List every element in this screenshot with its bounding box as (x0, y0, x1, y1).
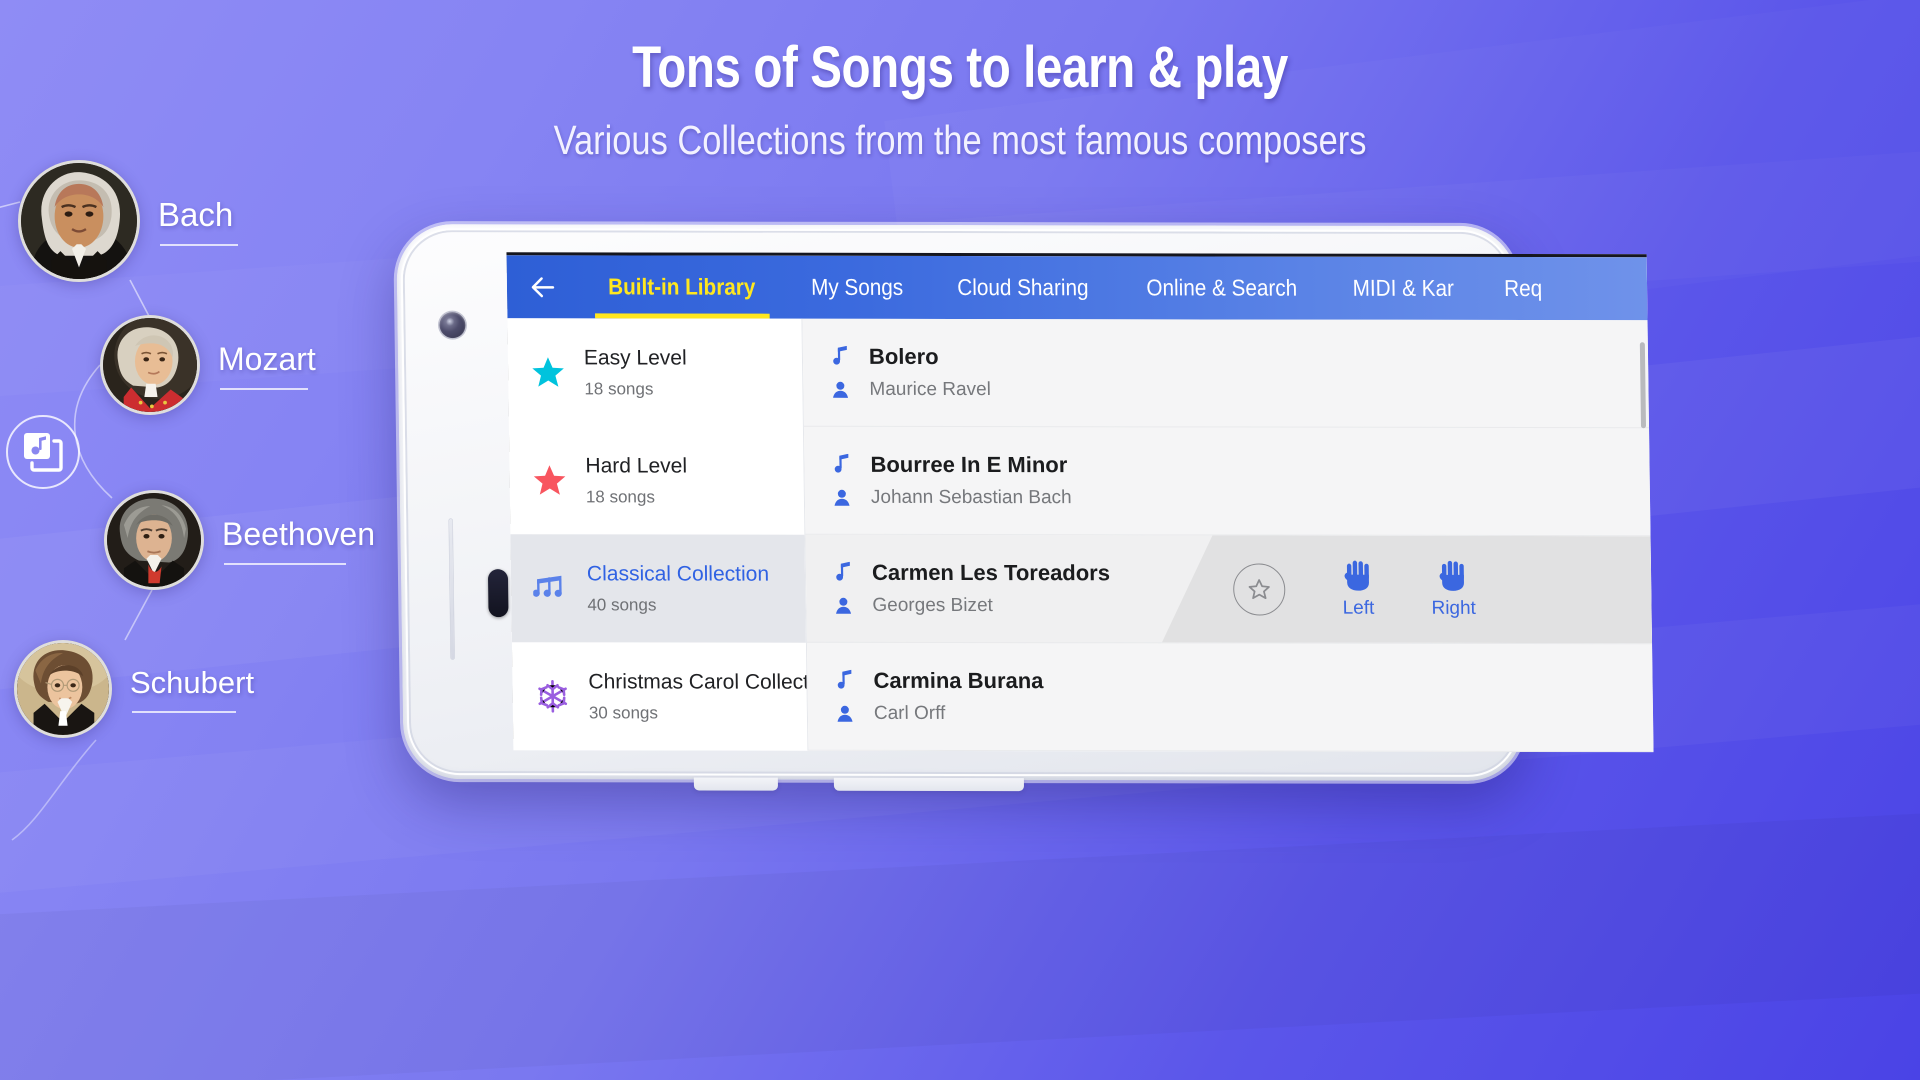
music-note-icon (829, 345, 851, 368)
hand-icon (1436, 559, 1470, 593)
snowflake-icon (532, 678, 573, 714)
phone-bottom-nub (693, 777, 779, 791)
phone-screen: Built-in Library My Songs Cloud Sharing … (506, 252, 1654, 753)
left-hand-label: Left (1342, 597, 1375, 619)
composer-name: Mozart (218, 341, 316, 390)
composer-bach: Bach (18, 160, 239, 282)
tab-cloud-sharing[interactable]: Cloud Sharing (938, 256, 1108, 319)
avatar (104, 490, 204, 590)
collection-count: 40 songs (587, 594, 657, 615)
song-artist: Carl Orff (873, 702, 946, 724)
song-artist-line: Johann Sebastian Bach (831, 487, 1650, 510)
row-action-bar: Left Right (1160, 535, 1652, 643)
app-bar: Built-in Library My Songs Cloud Sharing … (506, 255, 1648, 321)
song-row[interactable]: Carmina Burana Carl Orff (806, 642, 1654, 753)
composer-name: Schubert (130, 665, 254, 713)
bach-portrait (21, 163, 137, 279)
music-library-icon (24, 433, 63, 472)
music-notes-icon (531, 573, 571, 603)
collection-text: Easy Level 18 songs (584, 346, 687, 399)
tab-bar: Built-in Library My Songs Cloud Sharing … (579, 255, 1648, 320)
tab-built-in-library[interactable]: Built-in Library (589, 255, 775, 318)
song-artist: Georges Bizet (872, 594, 993, 617)
song-title-line: Bourree In E Minor (830, 452, 1649, 479)
song-list: Bolero Maurice Ravel Bourree In E Minor … (802, 318, 1654, 753)
person-icon (834, 704, 856, 724)
tab-req[interactable]: Req (1484, 257, 1561, 320)
music-note-icon (832, 561, 854, 584)
collection-title: Classical Collection (586, 562, 770, 587)
song-artist-line: Carl Orff (834, 703, 1653, 726)
collection-item-classical-collection[interactable]: Classical Collection 40 songs (510, 534, 806, 643)
left-hand-button[interactable]: Left (1341, 559, 1376, 620)
avatar (100, 315, 200, 415)
phone-mockup: Built-in Library My Songs Cloud Sharing … (396, 224, 1654, 792)
page-subtitle: Various Collections from the most famous… (553, 117, 1367, 163)
collection-item-christmas-carol-collection[interactable]: Christmas Carol Collection 30 songs (512, 642, 808, 751)
favorite-button[interactable] (1233, 563, 1286, 615)
back-arrow-icon (531, 276, 555, 297)
song-row[interactable]: Bourree In E Minor Johann Sebastian Bach (803, 426, 1651, 537)
collection-text: Christmas Carol Collection 30 songs (588, 670, 809, 724)
tab-my-songs[interactable]: My Songs (791, 256, 922, 319)
music-note-icon (833, 669, 855, 692)
star-icon (529, 462, 570, 498)
composer-name: Beethoven (222, 516, 375, 565)
person-icon (829, 380, 851, 400)
composer-schubert: Schubert (14, 640, 254, 738)
schubert-portrait (17, 643, 109, 735)
camera-lens-icon (439, 312, 466, 339)
hero-text: Tons of Songs to learn & play Various Co… (0, 34, 1920, 164)
song-title: Carmina Burana (873, 667, 1044, 694)
right-hand-label: Right (1431, 597, 1477, 619)
right-hand-button[interactable]: Right (1431, 559, 1476, 620)
composer-beethoven: Beethoven (104, 490, 375, 590)
song-title: Carmen Les Toreadors (871, 559, 1111, 586)
back-button[interactable] (507, 272, 579, 302)
song-title: Bolero (868, 343, 939, 369)
beethoven-portrait (107, 493, 201, 587)
composer-mozart: Mozart (100, 315, 316, 415)
composer-name: Bach (158, 196, 239, 246)
page-title: Tons of Songs to learn & play (632, 35, 1288, 100)
mozart-portrait (103, 318, 197, 412)
song-row-selected[interactable]: Carmen Les Toreadors Georges Bizet Left … (805, 534, 1653, 645)
person-icon (831, 488, 853, 508)
avatar (18, 160, 140, 282)
song-artist: Maurice Ravel (869, 378, 992, 401)
tab-online-search[interactable]: Online & Search (1127, 256, 1316, 319)
music-note-icon (830, 453, 852, 476)
app-badge (6, 415, 80, 489)
collection-count: 18 songs (585, 486, 656, 507)
power-button[interactable] (487, 569, 509, 618)
collection-title: Christmas Carol Collection (588, 670, 809, 695)
song-artist-line: Maurice Ravel (829, 379, 1648, 402)
phone-bottom-nub (833, 777, 1025, 792)
song-artist: Johann Sebastian Bach (870, 486, 1072, 509)
song-title-line: Carmina Burana (833, 668, 1652, 695)
song-title: Bourree In E Minor (870, 451, 1068, 478)
tab-midi-kar[interactable]: MIDI & Kar (1333, 257, 1473, 320)
collection-text: Hard Level 18 songs (585, 454, 687, 507)
star-outline-icon (1246, 576, 1272, 602)
collection-item-easy-level[interactable]: Easy Level 18 songs (507, 318, 803, 427)
composer-constellation: Bach Mozart Beethoven Schubert (0, 140, 420, 960)
collection-text: Classical Collection 40 songs (587, 562, 770, 616)
collection-title: Hard Level (585, 454, 688, 478)
song-row[interactable]: Bolero Maurice Ravel (802, 318, 1650, 429)
avatar (14, 640, 112, 738)
content-area: Easy Level 18 songs Hard Level 18 songs (507, 318, 1654, 753)
collection-count: 18 songs (584, 378, 654, 399)
collection-count: 30 songs (588, 702, 659, 723)
collection-title: Easy Level (583, 346, 687, 370)
collection-item-hard-level[interactable]: Hard Level 18 songs (509, 426, 805, 535)
person-icon (832, 596, 854, 616)
collection-list: Easy Level 18 songs Hard Level 18 songs (507, 318, 809, 751)
hand-icon (1341, 559, 1375, 593)
star-icon (528, 354, 569, 390)
song-title-line: Bolero (829, 344, 1648, 371)
